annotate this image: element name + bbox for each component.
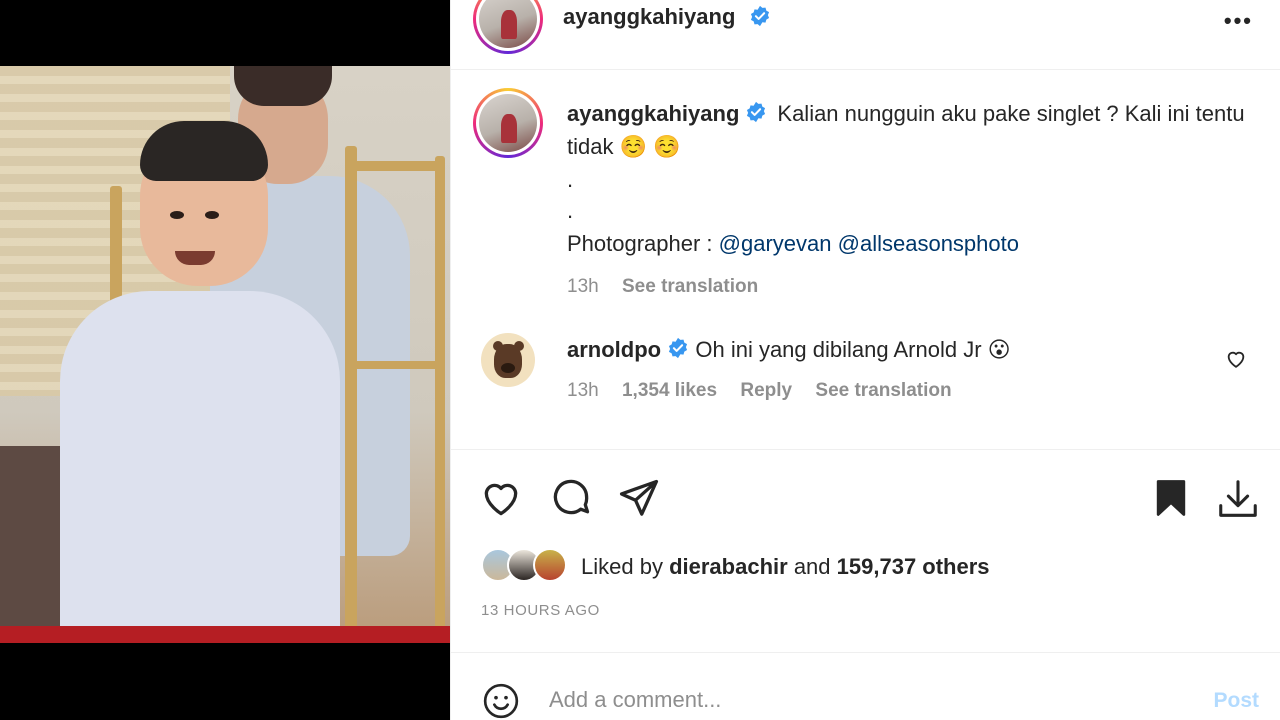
comment-like-heart-icon[interactable] [1225,348,1247,375]
post-details-panel: ayanggkahiyang ••• ayanggkahiyang Kalian … [450,0,1280,720]
chair-post [345,146,357,643]
background-woman-hair [234,66,332,106]
caption-body: ayanggkahiyang Kalian nungguin aku pake s… [567,98,1257,302]
caption-dot: . [567,166,574,192]
chair-post [110,186,122,306]
mention-link[interactable]: @garyevan [719,231,832,256]
mention-link[interactable]: @allseasonsphoto [838,231,1019,256]
comment-item: arnoldpo Oh ini yang dibilang Arnold Jr … [475,330,1265,420]
liker-avatar[interactable] [533,548,567,582]
commenter-avatar[interactable] [481,333,535,387]
see-translation-button[interactable]: See translation [815,380,951,401]
boy-eye [205,211,219,219]
post-media-panel [0,0,450,720]
action-bar [451,449,1280,549]
post-comment-button[interactable]: Post [1213,689,1259,713]
verified-badge-icon [667,337,689,365]
liked-by-label: Liked by [581,554,663,579]
post-timestamp[interactable]: 13 HOURS AGO [481,602,600,619]
add-comment-bar: Post [451,652,1280,720]
emoji-smiley-icon[interactable] [481,681,521,720]
see-translation-button[interactable]: See translation [622,276,758,297]
like-heart-icon[interactable] [479,476,523,525]
and-label: and [793,554,831,579]
caption-dot: . [567,197,574,223]
comment-likes-count[interactable]: 1,354 likes [622,380,717,401]
boy-outfit [60,291,340,643]
photographer-label: Photographer : [567,230,713,256]
avatar-bear-snout [501,363,515,373]
boy-eye [170,211,184,219]
post-header: ayanggkahiyang ••• [451,0,1280,70]
others-count-link[interactable]: 159,737 others [837,554,990,579]
comment-meta: 13h 1,354 likes Reply See translation [567,380,970,402]
verified-badge-icon [749,5,771,32]
comment-bubble-icon[interactable] [549,476,593,525]
chair-rail [345,361,445,369]
chair-rail [345,161,445,171]
likes-text: Liked by dierabachir and 159,737 others [581,554,990,580]
red-carpet [0,626,450,643]
author-avatar[interactable] [473,0,543,54]
reply-button[interactable]: Reply [740,380,792,401]
chair-post [435,156,445,636]
commenter-username[interactable]: arnoldpo [567,337,661,362]
verified-badge-icon [745,100,767,131]
save-bookmark-icon[interactable] [1149,476,1193,525]
comment-timestamp[interactable]: 13h [567,380,599,401]
comment-text: Oh ini yang dibilang Arnold Jr [695,337,982,362]
share-send-icon[interactable] [617,476,661,525]
comment-body: arnoldpo Oh ini yang dibilang Arnold Jr … [567,337,1011,365]
post-photo[interactable] [0,66,450,643]
caption-author-avatar[interactable] [473,88,543,158]
comment-emoji: 😮 [987,337,1011,362]
caption-timestamp[interactable]: 13h [567,276,599,297]
liker-username[interactable]: dierabachir [669,554,788,579]
more-options-button[interactable]: ••• [1224,8,1253,34]
author-username[interactable]: ayanggkahiyang [563,4,735,30]
caption-credits: Photographer : @garyevan @allseasonsphot… [567,228,1257,259]
download-icon[interactable] [1215,476,1261,527]
caption-meta: 13h See translation [567,271,1257,302]
comment-input[interactable] [549,685,1169,715]
caption-username[interactable]: ayanggkahiyang [567,101,739,126]
boy-hair [140,121,268,181]
